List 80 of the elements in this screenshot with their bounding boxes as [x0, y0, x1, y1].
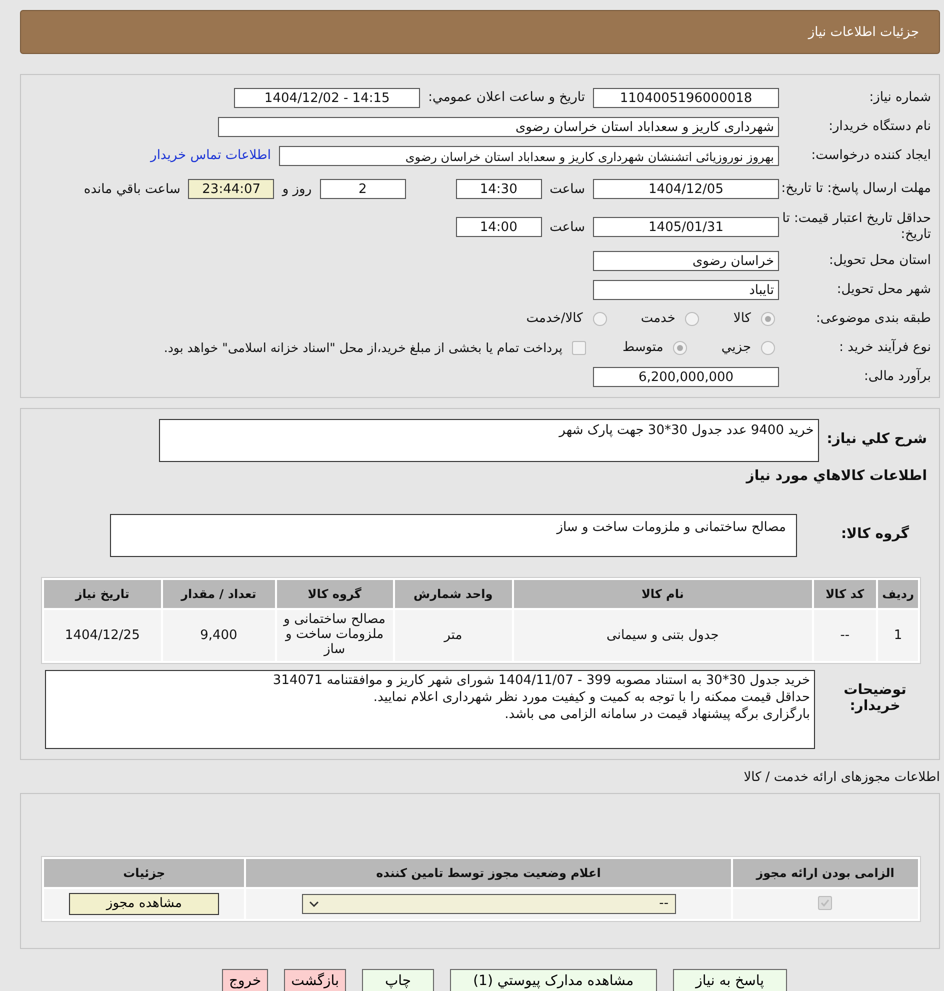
radio-button[interactable]: [685, 312, 700, 326]
radio-label: کالا: [733, 311, 751, 326]
table-cell: متر: [394, 610, 512, 661]
table-cell: 9,400: [162, 610, 275, 661]
section-title: اطلاعات مجوزهای ارائه خدمت / کالا: [742, 770, 941, 785]
table-cell: مصالح ساختمانی و ملزومات ساخت و ساز: [276, 610, 393, 661]
column-header: تعداد / مقدار: [162, 580, 275, 608]
check-icon: [820, 898, 830, 908]
deadline-time-field: 14:30: [456, 179, 542, 199]
radio-label: متوسط: [622, 340, 664, 355]
column-header: تاریخ نیاز: [44, 580, 161, 608]
view-permit-button[interactable]: مشاهده مجوز: [69, 892, 220, 915]
summary-textarea[interactable]: خرید 9400 عدد جدول 30*30 جهت پارک شهر: [158, 419, 819, 462]
field-label: روز و: [282, 182, 312, 196]
action-button[interactable]: چاپ: [362, 968, 434, 991]
field-label: شهر محل تحویل:: [836, 282, 931, 298]
action-button[interactable]: مشاهده مدارک پیوستي (1): [450, 968, 657, 991]
validity-time-field: 14:00: [456, 217, 542, 237]
radio-button[interactable]: [761, 340, 775, 354]
field-label: ساعت: [550, 182, 585, 196]
field-label: مهلت ارسال پاسخ: تا تاریخ:: [780, 181, 931, 197]
field-label: توضیحات خریدار:: [842, 680, 908, 714]
section-heading: اطلاعات كالاهاي مورد نياز: [744, 467, 928, 486]
days-field: 2: [320, 179, 406, 199]
field-label: ساعت: [550, 220, 585, 234]
field-label: ساعت باقي مانده: [84, 182, 180, 196]
field-label: شماره نیاز:: [868, 90, 931, 106]
remaining-time-field: 23:44:07: [188, 179, 274, 199]
field-label: استان محل تحویل:: [828, 252, 931, 268]
checkbox[interactable]: [572, 340, 586, 354]
status-dropdown[interactable]: --: [302, 894, 676, 914]
buyer-contact-link[interactable]: اطلاعات تماس خریدار: [150, 148, 271, 163]
buyer-notes-textarea[interactable]: [45, 670, 815, 749]
buyer-org-field: شهرداری کاریز و سعداباد استان خراسان رضوی: [218, 116, 779, 136]
field-label: نوع فرآیند خرید :: [838, 340, 931, 356]
checkbox[interactable]: [818, 896, 832, 910]
field-label: طبقه بندی موضوعی:: [814, 310, 931, 326]
radio-button[interactable]: [592, 312, 607, 326]
page-title: جزئیات اطلاعات نیاز: [808, 24, 919, 40]
action-button[interactable]: خروج: [222, 968, 268, 991]
notes-line: خرید جدول 30*30 به استناد مصوبه 399 - 1404/11/07 شورای شهر کاریز و موافقتنامه 314071: [272, 672, 810, 690]
city-field: تایباد: [593, 280, 779, 300]
column-header: جزئیات: [44, 858, 244, 887]
radio-label: کالا/خدمت: [526, 311, 583, 326]
column-header: ردیف: [878, 580, 918, 608]
radio-label: خدمت: [640, 311, 676, 326]
creator-field: بهروز نوروزیائی اتشنشان شهرداری کاریز و سعداباد استان خراسان رضوی: [279, 146, 779, 166]
column-header: گروه کالا: [276, 580, 393, 608]
table-cell: --: [814, 610, 876, 661]
checkbox-label: پرداخت تمام یا بخشی از مبلغ خرید،از محل "اسناد خزانه اسلامی" خواهد بود.: [164, 340, 562, 355]
table-cell: جدول بتنی و سیمانی: [514, 610, 812, 661]
need-number-field: 1104005196000018: [593, 88, 779, 108]
table-cell: 1404/12/25: [44, 610, 161, 661]
validity-date-field: 1405/01/31: [593, 217, 779, 237]
notes-line: حداقل قیمت ممکنه را با توجه به کمیت و کیفیت مورد نظر شهرداری اعلام نمایید.: [372, 690, 810, 706]
column-header: الزامی بودن ارائه مجوز: [732, 858, 918, 887]
column-header: اعلام وضعیت مجوز توسط تامین کننده: [246, 858, 731, 887]
action-button[interactable]: پاسخ به نیاز: [672, 968, 787, 991]
column-header: نام کالا: [514, 580, 812, 608]
chevron-down-icon: [308, 900, 319, 907]
deadline-date-field: 1404/12/05: [593, 179, 779, 199]
notes-line: بارگزاری برگه پیشنهاد قیمت در سامانه الزامی می باشد.: [504, 706, 810, 724]
field-label: حداقل تاریخ اعتبار قیمت: تا تاریخ:: [781, 211, 931, 243]
field-label: تاریخ و ساعت اعلان عمومي:: [428, 90, 585, 105]
table-cell: 1: [878, 610, 918, 661]
radio-button[interactable]: [673, 340, 688, 354]
radio-label: جزیي: [721, 340, 751, 355]
budget-field: 6,200,000,000: [593, 366, 779, 386]
action-button[interactable]: بازگشت: [284, 968, 346, 991]
field-label: ایجاد کننده درخواست:: [810, 148, 931, 164]
field-label: نام دستگاه خریدار:: [828, 118, 931, 134]
goods-group-textarea[interactable]: مصالح ساختمانی و ملزومات ساخت و ساز: [110, 514, 797, 557]
radio-button[interactable]: [761, 312, 775, 326]
province-field: خراسان رضوی: [593, 250, 779, 270]
field-label: برآورد مالی:: [863, 368, 931, 384]
column-header: واحد شمارش: [394, 580, 512, 608]
announce-date-field: 1404/12/02 - 14:15: [234, 88, 420, 108]
column-header: کد کالا: [814, 580, 876, 608]
field-label: شرح كلي نیاز:: [826, 430, 927, 447]
field-label: گروه کالا:: [840, 524, 910, 542]
